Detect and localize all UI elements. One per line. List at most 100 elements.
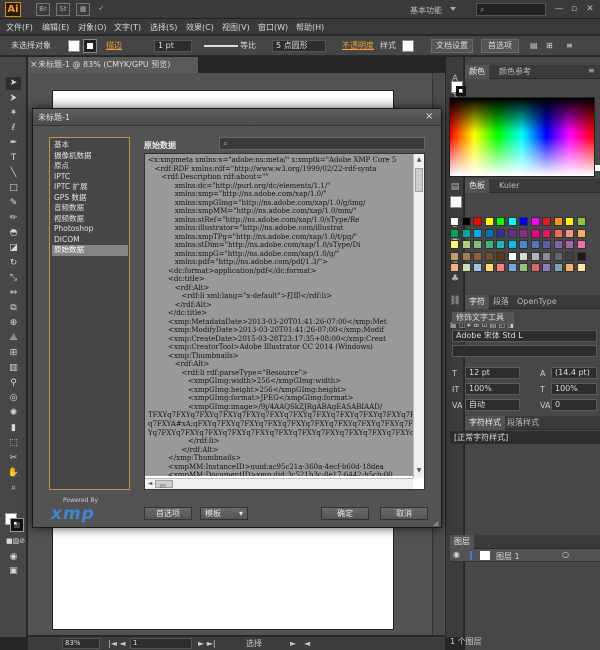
swatch[interactable]: [507, 251, 517, 261]
font-family-field[interactable]: Adobe 宋体 Std L: [452, 330, 597, 342]
swatch[interactable]: [542, 263, 551, 272]
swatch[interactable]: [507, 228, 517, 238]
stroke-color-icon[interactable]: [10, 518, 24, 532]
scroll-up-icon[interactable]: ▲: [415, 156, 423, 164]
bridge-icon[interactable]: Br: [36, 3, 50, 16]
category-item[interactable]: IPTC: [52, 172, 128, 183]
tab-paragraph-styles[interactable]: 段落样式: [503, 416, 543, 430]
category-item[interactable]: GPS 数据: [52, 193, 128, 204]
category-item[interactable]: Photoshop: [52, 224, 128, 235]
color-spectrum[interactable]: [449, 97, 595, 177]
menu-edit[interactable]: 编辑(E): [42, 22, 69, 33]
rotate-tool-icon[interactable]: ↻: [6, 257, 21, 270]
xml-selection[interactable]: <x:xmpmeta xmlns:x="adobe:ns:meta/" x:xm…: [145, 154, 413, 476]
swatch[interactable]: [530, 240, 540, 249]
swatch[interactable]: [542, 251, 551, 261]
menu-window[interactable]: 窗口(W): [258, 22, 288, 33]
stroke-profile-label[interactable]: 等比: [240, 40, 256, 52]
stroke-label[interactable]: 描边: [106, 40, 122, 52]
panel-menu-icon[interactable]: ≡: [566, 40, 573, 52]
xml-horizontal-scrollbar[interactable]: ◄ m: [145, 478, 413, 489]
swatch[interactable]: [530, 263, 540, 272]
help-search-input[interactable]: ⌕: [476, 3, 546, 16]
color-panel-menu-icon[interactable]: ≡: [588, 66, 595, 75]
magic-wand-tool-icon[interactable]: ✶: [6, 107, 21, 120]
category-item[interactable]: 原始数据: [52, 245, 128, 256]
xml-horizontal-scroll-thumb[interactable]: m: [155, 480, 173, 489]
free-transform-tool-icon[interactable]: ⧉: [6, 302, 21, 315]
vertical-scale-field[interactable]: 100%: [465, 383, 520, 395]
category-item[interactable]: 摄像机数据: [52, 151, 128, 162]
direct-selection-tool-icon[interactable]: ⮞: [6, 92, 21, 105]
document-tab-close-icon[interactable]: ×: [30, 57, 38, 73]
horizontal-scale-field[interactable]: 100%: [551, 383, 597, 395]
menu-effect[interactable]: 效果(C): [186, 22, 214, 33]
arrange-documents-icon[interactable]: ▦: [76, 3, 90, 16]
line-tool-icon[interactable]: ╲: [6, 167, 21, 180]
column-graph-tool-icon[interactable]: ▮: [6, 422, 21, 435]
swatch[interactable]: [565, 228, 574, 238]
shape-builder-tool-icon[interactable]: ⊕: [6, 317, 21, 330]
swatch[interactable]: [542, 228, 551, 238]
layer-visibility-icon[interactable]: ◉: [453, 550, 460, 559]
category-item[interactable]: DICOM: [52, 235, 128, 246]
swatch[interactable]: [576, 251, 586, 261]
raw-xml-textarea[interactable]: <x:xmpmeta xmlns:x="adobe:ns:meta/" x:xm…: [144, 153, 425, 490]
tab-layers[interactable]: 图层: [450, 535, 474, 549]
lasso-tool-icon[interactable]: ℓ: [6, 122, 21, 135]
layer-name[interactable]: 图层 1: [496, 551, 520, 562]
swatch[interactable]: [473, 263, 482, 272]
dialog-preferences-button[interactable]: 首选项: [144, 507, 192, 520]
swatch[interactable]: [542, 217, 551, 226]
dialog-title-bar[interactable]: 未标题-1 ×: [33, 109, 441, 126]
swatch[interactable]: [450, 228, 459, 238]
category-item[interactable]: 原点: [52, 161, 128, 172]
swatch[interactable]: [507, 263, 517, 272]
tab-character-styles[interactable]: 字符样式: [465, 416, 505, 430]
symbol-sprayer-tool-icon[interactable]: ✺: [6, 407, 21, 420]
swatch[interactable]: [565, 217, 574, 226]
swatch[interactable]: [565, 251, 574, 261]
category-item[interactable]: 音频数据: [52, 203, 128, 214]
gradient-panel-icon[interactable]: ▤: [449, 181, 461, 193]
menu-type[interactable]: 文字(T): [114, 22, 141, 33]
category-item[interactable]: IPTC 扩展: [52, 182, 128, 193]
swatch[interactable]: [496, 263, 505, 272]
swatch[interactable]: [473, 240, 482, 249]
font-size-field[interactable]: 12 pt: [465, 367, 520, 379]
swatch[interactable]: [553, 251, 563, 261]
scroll-down-icon[interactable]: ▼: [415, 467, 423, 475]
minimize-button[interactable]: —: [552, 3, 566, 15]
hand-tool-icon[interactable]: ✋: [6, 467, 21, 480]
font-style-field[interactable]: [452, 345, 597, 357]
type-tool-icon[interactable]: T: [6, 152, 21, 165]
swatch[interactable]: [496, 240, 505, 249]
tab-color[interactable]: 颜色: [465, 65, 489, 79]
align-icon[interactable]: ▤: [530, 40, 538, 52]
raw-data-search-input[interactable]: ⌕: [219, 137, 425, 150]
swatch[interactable]: [484, 263, 494, 272]
menu-select[interactable]: 选择(S): [150, 22, 177, 33]
width-tool-icon[interactable]: ⇔: [6, 287, 21, 300]
swatch[interactable]: [576, 217, 586, 226]
swatch[interactable]: [565, 263, 574, 272]
scale-tool-icon[interactable]: ⤡: [6, 272, 21, 285]
stroke-weight-field[interactable]: 1 pt: [154, 40, 192, 52]
resize-grip-icon[interactable]: ◢: [433, 519, 438, 527]
mesh-tool-icon[interactable]: ⊞: [6, 347, 21, 360]
swatch[interactable]: [542, 240, 551, 249]
swatch[interactable]: [461, 228, 471, 238]
cancel-button[interactable]: 取消: [380, 507, 428, 520]
swatch[interactable]: [461, 251, 471, 261]
swatch[interactable]: [553, 263, 563, 272]
status-left-arrow-icon[interactable]: ◄: [304, 638, 310, 650]
blend-tool-icon[interactable]: ◎: [6, 392, 21, 405]
swatch[interactable]: [519, 263, 528, 272]
tab-paragraph[interactable]: 段落: [489, 295, 513, 309]
screen-mode-icon[interactable]: ▣: [6, 565, 21, 578]
swatch[interactable]: [565, 240, 574, 249]
artboard-number-field[interactable]: 1: [130, 638, 192, 649]
tab-color-guide[interactable]: 颜色参考: [495, 65, 535, 79]
swatch[interactable]: [496, 251, 505, 261]
workspace-switcher[interactable]: 基本功能: [410, 5, 442, 16]
